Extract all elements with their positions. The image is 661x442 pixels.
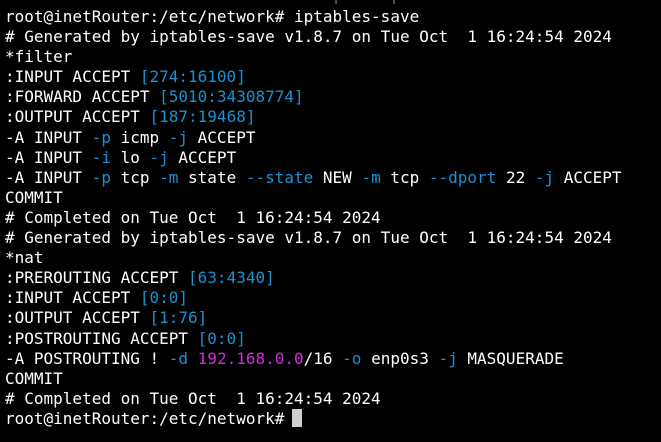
terminal-text-segment: ACCEPT — [188, 127, 256, 147]
terminal-text-segment: -p — [91, 167, 111, 187]
terminal-text-segment: -d — [168, 348, 189, 368]
comment-completed-nat: # Completed on Tue Oct 1 16:24:54 2024 — [5, 389, 657, 409]
terminal-text-segment: :OUTPUT ACCEPT — [5, 308, 150, 328]
terminal-text-segment: -A INPUT — [5, 127, 92, 147]
terminal-text-segment: -i — [91, 147, 111, 167]
terminal-text-segment: [0:0] — [139, 288, 189, 308]
terminal-text-segment: icmp — [110, 127, 169, 147]
terminal-text-segment: /16 — [303, 348, 343, 368]
terminal-text-segment: [63:4340] — [188, 268, 275, 288]
comment-generated-filter: # Generated by iptables-save v1.8.7 on T… — [5, 27, 657, 47]
terminal-text-segment: NEW — [313, 167, 362, 187]
terminal-text-segment: -A INPUT — [5, 147, 92, 167]
terminal-cursor[interactable] — [292, 408, 303, 427]
rule-postrouting-masquerade: -A POSTROUTING ! -d 192.168.0.0/16 -o en… — [5, 349, 657, 369]
terminal-text-segment: # Generated by iptables-save v1.8.7 on T… — [5, 228, 612, 248]
terminal-text-segment: [0:0] — [197, 328, 246, 348]
chain-prerouting-nat: :PREROUTING ACCEPT [63:4340] — [5, 268, 657, 288]
commit-nat: COMMIT — [5, 369, 657, 389]
terminal-text-segment: -j — [438, 348, 458, 368]
terminal-text-segment: *filter — [5, 47, 73, 67]
terminal-text-segment: # Completed on Tue Oct 1 16:24:54 2024 — [5, 388, 381, 408]
terminal-text-segment: state — [178, 167, 246, 187]
comment-generated-nat: # Generated by iptables-save v1.8.7 on T… — [5, 228, 657, 248]
rule-input-tcp-22: -A INPUT -p tcp -m state --state NEW -m … — [5, 168, 657, 188]
terminal-text-segment: :POSTROUTING ACCEPT — [5, 328, 198, 348]
chain-postrouting-nat: :POSTROUTING ACCEPT [0:0] — [5, 329, 657, 349]
chain-forward-filter: :FORWARD ACCEPT [5010:34308774] — [5, 87, 657, 107]
terminal-text-segment: :PREROUTING ACCEPT — [5, 268, 189, 288]
terminal-text-segment: -j — [168, 127, 189, 147]
terminal-text-segment: lo — [110, 147, 150, 167]
terminal-text-segment: 192.168.0.0 — [197, 348, 304, 368]
terminal-text-segment: # Generated by iptables-save v1.8.7 on T… — [5, 27, 612, 47]
top-edge-fragment: ` | ` ` | ` — [312, 0, 612, 4]
terminal-text-segment: MASQUERADE — [457, 348, 564, 368]
terminal-text-segment: -m — [159, 167, 179, 187]
chain-output-nat: :OUTPUT ACCEPT [1:76] — [5, 308, 657, 328]
terminal-text-segment: -m — [361, 167, 381, 187]
terminal-text-segment: root@inetRouter:/etc/network# — [5, 408, 285, 428]
rule-input-lo: -A INPUT -i lo -j ACCEPT — [5, 148, 657, 168]
terminal-text-segment: :INPUT ACCEPT — [5, 67, 140, 87]
terminal-text-segment: [5010:34308774] — [159, 87, 304, 107]
terminal-text-segment: ACCEPT — [168, 147, 237, 167]
terminal-text-segment: -A POSTROUTING ! — [5, 348, 169, 368]
terminal-text-segment: enp0s3 — [361, 348, 439, 368]
comment-completed-filter: # Completed on Tue Oct 1 16:24:54 2024 — [5, 208, 657, 228]
chain-input-nat: :INPUT ACCEPT [0:0] — [5, 288, 657, 308]
terminal-text-segment: ACCEPT — [554, 167, 622, 187]
terminal-text-segment: :FORWARD ACCEPT — [5, 87, 160, 107]
commit-filter: COMMIT — [5, 188, 657, 208]
terminal-output[interactable]: root@inetRouter:/etc/network# iptables-s… — [5, 7, 657, 429]
rule-input-icmp: -A INPUT -p icmp -j ACCEPT — [5, 128, 657, 148]
terminal-text-segment: COMMIT — [5, 368, 63, 388]
terminal-text-segment: [1:76] — [149, 308, 208, 328]
terminal-text-segment: tcp — [380, 167, 429, 187]
terminal-text-segment: [274:16100] — [139, 67, 246, 87]
terminal-text-segment: *nat — [5, 248, 44, 268]
prompt-line-current: root@inetRouter:/etc/network# — [5, 408, 657, 429]
chain-input-filter: :INPUT ACCEPT [274:16100] — [5, 67, 657, 87]
nat-table-header: *nat — [5, 248, 657, 268]
terminal-text-segment: iptables-save — [293, 7, 420, 26]
terminal-text-segment: -o — [342, 348, 362, 368]
terminal-text-segment: -A INPUT — [5, 167, 92, 187]
terminal-text-segment: --dport — [428, 167, 497, 187]
chain-output-filter: :OUTPUT ACCEPT [187:19468] — [5, 107, 657, 127]
terminal-text-segment: tcp — [110, 167, 160, 187]
terminal-text-segment: -j — [534, 167, 555, 187]
prompt-line-command: root@inetRouter:/etc/network# iptables-s… — [5, 7, 657, 27]
terminal-text-segment: 22 — [496, 167, 535, 187]
terminal-text-segment: # Completed on Tue Oct 1 16:24:54 2024 — [5, 207, 381, 227]
terminal-text-segment: COMMIT — [5, 187, 63, 207]
terminal-text-segment: :OUTPUT ACCEPT — [5, 107, 150, 127]
terminal-text-segment: [187:19468] — [149, 107, 256, 127]
terminal-window[interactable]: ` | ` ` | ` root@inetRouter:/etc/network… — [0, 0, 661, 442]
terminal-text-segment: :INPUT ACCEPT — [5, 288, 140, 308]
filter-table-header: *filter — [5, 47, 657, 67]
terminal-text-segment: -p — [91, 127, 111, 147]
top-edge: ` | ` ` | ` — [0, 0, 661, 6]
terminal-text-segment: --state — [245, 167, 314, 187]
terminal-text-segment: -j — [149, 147, 169, 167]
terminal-text-segment: root@inetRouter:/etc/network# — [5, 7, 294, 26]
